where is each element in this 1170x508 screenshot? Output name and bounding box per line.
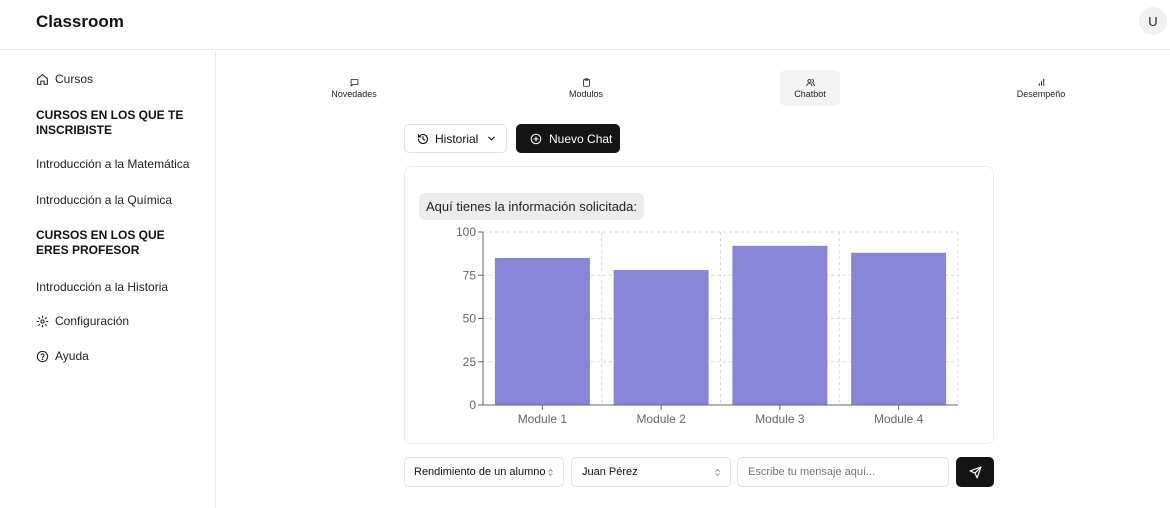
sidebar-course-historia[interactable]: Introducción a la Historia: [36, 280, 168, 294]
x-tick-label: Module 1: [518, 412, 568, 426]
sidebar-item-label: Ayuda: [55, 349, 89, 363]
user-avatar[interactable]: U: [1139, 7, 1167, 35]
tab-desempeno[interactable]: Desempeño: [1006, 70, 1076, 106]
users-icon: [805, 78, 815, 86]
sidebar-item-configuracion[interactable]: Configuración: [36, 314, 129, 328]
send-button[interactable]: [956, 457, 994, 487]
tab-label: Novedades: [331, 88, 377, 99]
bar-chart: 0 25 50 75 100 Module 1 Module 2 Module 3 Module…: [456, 225, 959, 426]
chat-panel: Aquí tienes la información solicitada: 0…: [404, 166, 994, 444]
bar: [494, 257, 590, 405]
sidebar-item-label: Configuración: [55, 314, 130, 328]
clipboard-icon: [582, 77, 590, 87]
app-title: Classroom: [36, 12, 124, 31]
y-tick-label: 25: [463, 355, 477, 369]
sidebar-course-matematica[interactable]: Introducción a la Matemática: [36, 157, 189, 171]
sidebar-course-quimica[interactable]: Introducción a la Química: [36, 193, 172, 207]
nuevo-chat-label: Nuevo Chat: [549, 131, 613, 146]
tab-label: Modulos: [568, 88, 604, 99]
report-type-select[interactable]: Rendimiento de un alumno: [404, 457, 564, 487]
send-icon: [968, 465, 982, 479]
tab-novedades[interactable]: Novedades: [319, 70, 389, 106]
x-tick-label: Module 4: [874, 412, 924, 426]
y-tick-label: 75: [463, 268, 477, 282]
y-tick-label: 100: [456, 225, 476, 239]
bar: [613, 270, 709, 405]
enrolled-courses-heading: CURSOS EN LOS QUE TE INSCRIBISTE: [36, 108, 184, 137]
gear-icon: [36, 315, 49, 327]
bar: [851, 252, 947, 405]
chevron-updown-icon: [548, 469, 553, 476]
chevron-down-icon: [488, 136, 496, 141]
teacher-courses-heading: CURSOS EN LOS QUE ERES PROFESOR: [36, 228, 165, 257]
help-circle-icon: [36, 350, 49, 362]
y-tick-label: 50: [463, 312, 477, 326]
sidebar-item-cursos[interactable]: Cursos: [36, 72, 93, 86]
student-select[interactable]: Juan Pérez: [571, 457, 731, 487]
bar-chart-icon: [1038, 78, 1044, 86]
tab-modulos[interactable]: Modulos: [551, 70, 621, 106]
student-value: Juan Pérez: [582, 466, 638, 478]
tab-label: Desempeño: [1016, 88, 1066, 99]
historial-button[interactable]: Historial: [404, 124, 507, 153]
top-header: Classroom U: [0, 0, 1170, 50]
y-tick-label: 0: [469, 398, 476, 412]
sidebar-item-label: Cursos: [55, 72, 94, 86]
historial-label: Historial: [435, 131, 479, 146]
tab-label: Chatbot: [794, 88, 826, 99]
report-type-value: Rendimiento de un alumno: [414, 466, 546, 478]
message-input[interactable]: [737, 457, 949, 487]
message-square-icon: [350, 78, 358, 86]
sidebar: Cursos CURSOS EN LOS QUE TE INSCRIBISTE …: [0, 51, 216, 508]
tab-chatbot[interactable]: Chatbot: [780, 70, 840, 106]
history-icon: [417, 133, 429, 144]
bar: [732, 245, 828, 405]
x-tick-label: Module 3: [755, 412, 805, 426]
nuevo-chat-button[interactable]: Nuevo Chat: [516, 124, 620, 153]
home-icon: [37, 73, 48, 85]
sidebar-item-ayuda[interactable]: Ayuda: [36, 349, 89, 363]
plus-circle-icon: [530, 133, 542, 144]
chevron-updown-icon: [715, 469, 720, 476]
x-tick-label: Module 2: [636, 412, 686, 426]
